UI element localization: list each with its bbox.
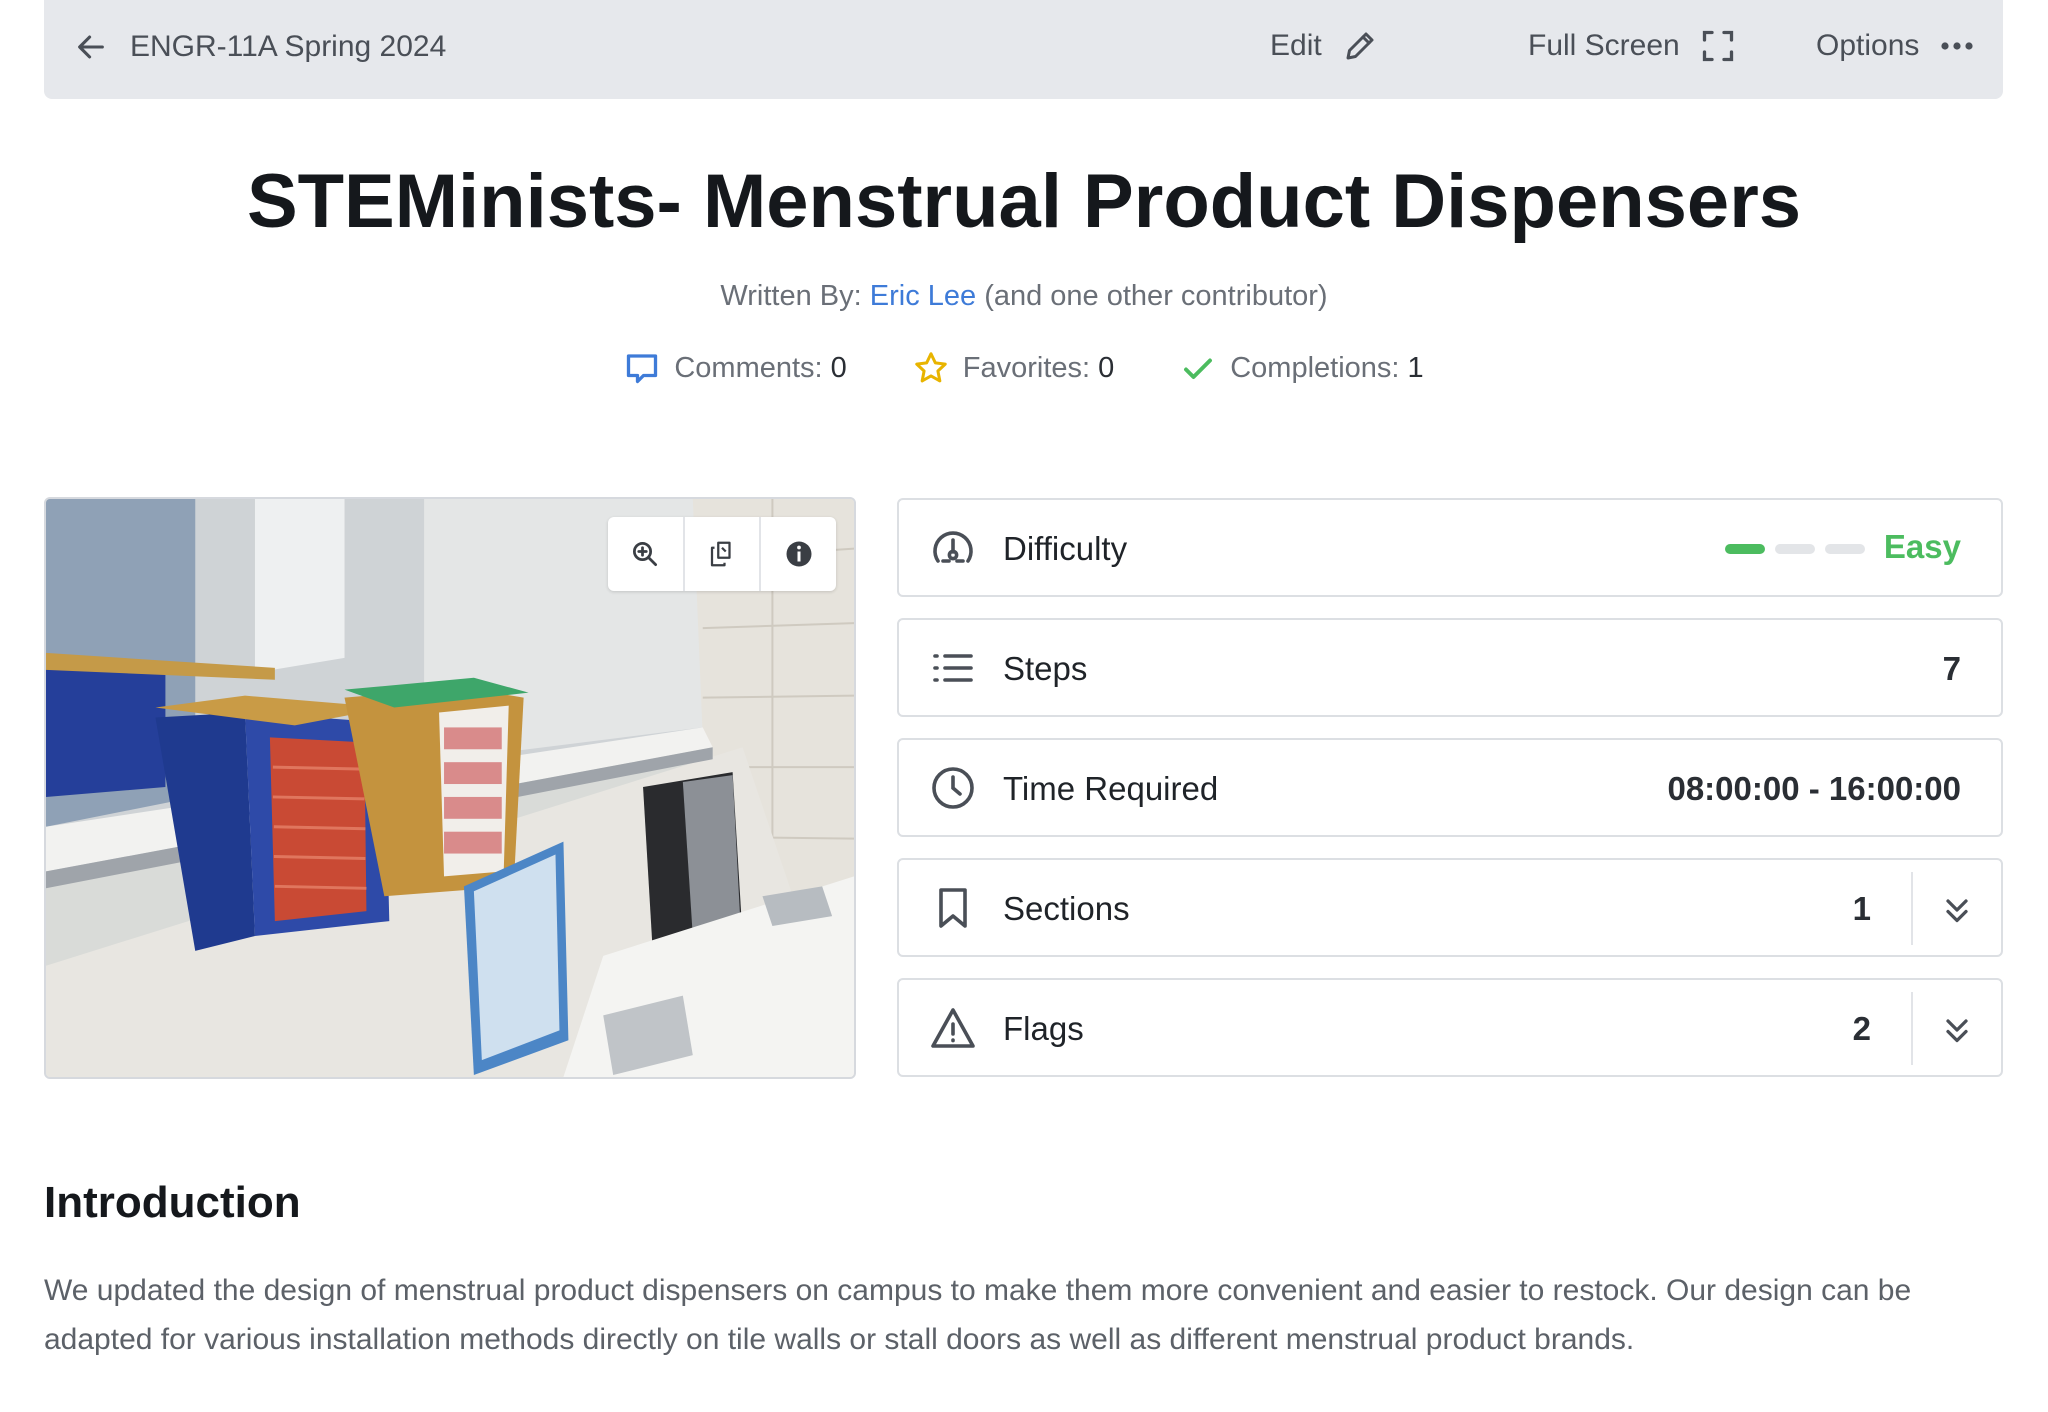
back-link[interactable]: ENGR-11A Spring 2024: [74, 30, 446, 64]
gauge-icon: [933, 531, 973, 563]
difficulty-label: Difficulty: [1003, 530, 1128, 567]
zoom-in-icon: [633, 542, 658, 566]
star-icon: [915, 352, 947, 383]
sections-label: Sections: [1003, 890, 1130, 927]
sections-value: 1: [1852, 890, 1871, 927]
favorites-label: Favorites:: [962, 351, 1091, 384]
options-label: Options: [1816, 29, 1920, 62]
completions-stat[interactable]: Completions: 1: [1180, 350, 1424, 386]
copy-image-button[interactable]: [685, 517, 762, 591]
comment-icon: [627, 354, 658, 384]
zoom-button[interactable]: [608, 517, 685, 591]
comments-label: Comments:: [674, 351, 823, 384]
favorites-count: 0: [1098, 351, 1115, 384]
edit-button[interactable]: Edit: [1270, 28, 1378, 64]
expand-icon: [1702, 30, 1733, 62]
guide-stats: Comments: 0 Favorites: 0 Completions: 1: [0, 350, 2048, 386]
image-info-button[interactable]: [761, 517, 836, 591]
comments-stat[interactable]: Comments: 0: [624, 350, 847, 386]
difficulty-card: Difficulty Easy: [897, 498, 2003, 597]
flags-value: 2: [1852, 1010, 1871, 1047]
byline: Written By: Eric Lee (and one other cont…: [0, 280, 2048, 313]
contributors-note: (and one other contributor): [984, 280, 1328, 312]
full-screen-label: Full Screen: [1528, 29, 1680, 62]
steps-card: Steps 7: [897, 618, 2003, 717]
more-dots-icon: [1941, 42, 1973, 50]
steps-label: Steps: [1003, 650, 1088, 687]
top-bar: ENGR-11A Spring 2024 Edit Full Screen Op…: [44, 0, 2003, 99]
double-chevron-down-icon[interactable]: [1939, 1010, 1975, 1050]
options-button[interactable]: Options: [1816, 28, 1975, 64]
back-link-label: ENGR-11A Spring 2024: [130, 30, 447, 63]
full-screen-button[interactable]: Full Screen: [1528, 28, 1736, 64]
arrow-left-icon: [78, 35, 104, 59]
guide-title: STEMinists- Menstrual Product Dispensers: [246, 159, 1802, 244]
author-link[interactable]: Eric Lee: [870, 280, 976, 312]
image-toolbar: [608, 517, 836, 591]
difficulty-segment: [1825, 544, 1865, 554]
divider: [1911, 992, 1913, 1065]
flags-label: Flags: [1003, 1010, 1084, 1047]
completions-label: Completions:: [1230, 351, 1400, 384]
sections-card[interactable]: Sections 1: [897, 858, 2003, 957]
time-card: Time Required 08:00:00 - 16:00:00: [897, 738, 2003, 837]
list-icon: [933, 654, 973, 682]
edit-label: Edit: [1270, 29, 1322, 62]
info-icon: [786, 541, 812, 567]
divider: [1911, 872, 1913, 945]
clock-icon: [932, 767, 974, 809]
double-chevron-down-icon[interactable]: [1939, 890, 1975, 930]
written-by-label: Written By:: [720, 280, 862, 312]
flags-card[interactable]: Flags 2: [897, 978, 2003, 1077]
pencil-icon: [1346, 32, 1374, 60]
guide-main-image[interactable]: [44, 497, 856, 1079]
check-icon: [1184, 358, 1213, 379]
difficulty-value: Easy: [1883, 528, 1961, 565]
comments-count: 0: [830, 351, 847, 384]
steps-value: 7: [1942, 650, 1961, 687]
introduction-text: We updated the design of menstrual produ…: [44, 1274, 1912, 1356]
completions-count: 1: [1407, 351, 1424, 384]
difficulty-segment: [1775, 544, 1815, 554]
bookmark-icon: [939, 888, 967, 928]
favorites-stat[interactable]: Favorites: 0: [913, 350, 1114, 386]
time-label: Time Required: [1003, 770, 1219, 807]
copy-icon: [710, 541, 731, 567]
introduction-heading: Introduction: [44, 1178, 301, 1227]
warning-icon: [931, 1008, 975, 1048]
difficulty-segment: [1725, 544, 1765, 554]
difficulty-meter: [1725, 544, 1865, 554]
time-value: 08:00:00 - 16:00:00: [1667, 770, 1961, 807]
